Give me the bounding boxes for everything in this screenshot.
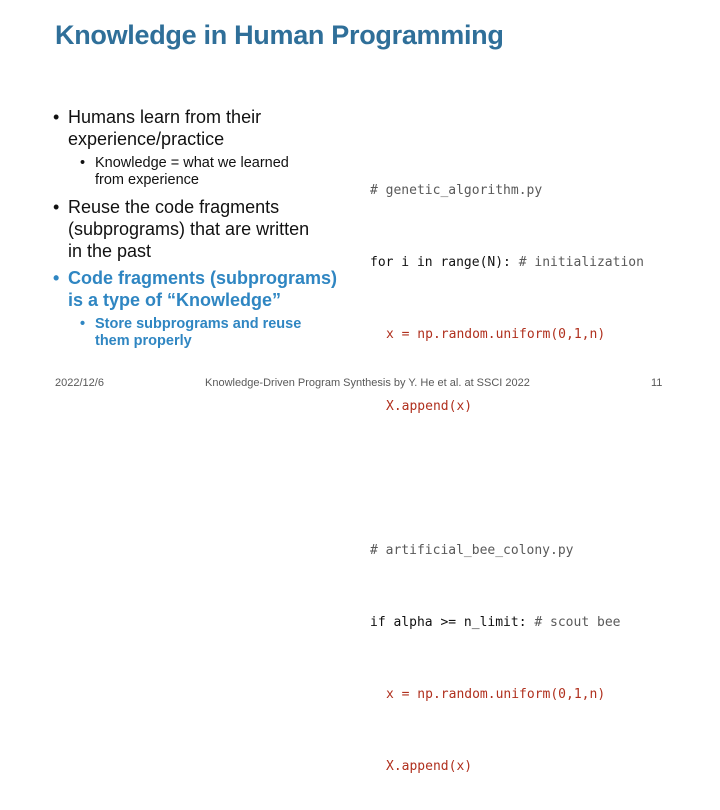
code-line-for: for i in range(N): # initialization — [370, 251, 644, 275]
code-line-assign: x = np.random.uniform(0,1,n) — [386, 327, 606, 342]
subbullet-knowledge-definition: Knowledge = what we learned from experie… — [80, 155, 352, 189]
code-inline-comment: # initialization — [518, 255, 644, 270]
bullet-text-line: Humans learn from their — [68, 107, 262, 127]
slide-title: Knowledge in Human Programming — [55, 20, 504, 50]
code-statement: if alpha >= n_limit: — [370, 615, 535, 630]
slide: Knowledge in Human Programming Humans le… — [0, 0, 720, 774]
bullet-text-line: in the past — [68, 241, 152, 261]
bullet-list: Humans learn from their experience/pract… — [52, 106, 352, 357]
code-line-assign: x = np.random.uniform(0,1,n) — [386, 687, 606, 702]
bullet-humans-learn: Humans learn from their experience/pract… — [52, 106, 352, 150]
code-line-append: X.append(x) — [386, 399, 473, 414]
bullet-text-line: (subprograms) that are written — [68, 219, 310, 239]
bullet-code-fragments-knowledge: Code fragments (subprograms) is a type o… — [52, 267, 352, 311]
code-line-append: X.append(x) — [386, 759, 473, 774]
bullet-text-line: experience/practice — [68, 129, 225, 149]
subbullet-store-subprograms: Store subprograms and reuse them properl… — [80, 316, 352, 350]
subbullet-text-line: Knowledge = what we learned — [95, 155, 289, 171]
bullet-text-line: is a type of “Knowledge” — [68, 290, 282, 310]
footer-date: 2022/12/6 — [55, 377, 104, 389]
code-block: # genetic_algorithm.py for i in range(N)… — [370, 131, 644, 810]
footer-citation: Knowledge-Driven Program Synthesis by Y.… — [205, 377, 530, 389]
subbullet-text-line: Store subprograms and reuse — [95, 316, 302, 332]
footer-page-number: 11 — [651, 377, 663, 389]
bullet-text-line: Code fragments (subprograms) — [68, 268, 338, 288]
bullet-reuse-code: Reuse the code fragments (subprograms) t… — [52, 196, 352, 262]
bullet-text-line: Reuse the code fragments — [68, 197, 280, 217]
code-comment: # artificial_bee_colony.py — [370, 543, 574, 558]
subbullet-text-line: them properly — [95, 333, 192, 349]
code-inline-comment: # scout bee — [534, 615, 621, 630]
code-line-if: if alpha >= n_limit: # scout bee — [370, 611, 644, 635]
code-statement: for i in range(N): — [370, 255, 519, 270]
subbullet-text-line: from experience — [95, 172, 199, 188]
code-comment: # genetic_algorithm.py — [370, 183, 543, 198]
